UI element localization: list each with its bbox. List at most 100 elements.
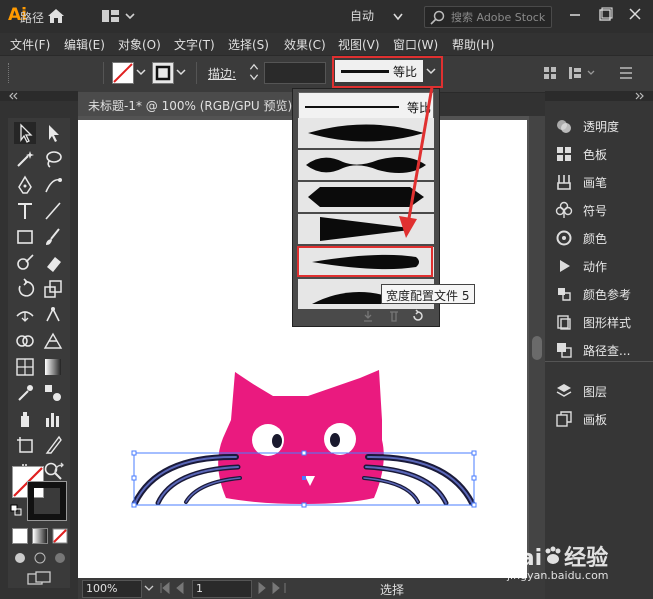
menu-select[interactable]: 选择(S) [228, 36, 269, 53]
paintbrush-tool-icon[interactable] [42, 226, 64, 248]
column-graph-tool-icon[interactable] [42, 408, 64, 430]
stroke-swatch[interactable] [152, 62, 174, 84]
shaper-tool-icon[interactable] [14, 252, 36, 274]
workspace-dropdown[interactable]: 自动 [350, 7, 410, 25]
panel-grip [8, 63, 12, 83]
tools-panel [8, 118, 70, 588]
none-mode-icon[interactable] [52, 528, 68, 544]
chevron-down-icon [393, 13, 403, 21]
panel-graphic-styles[interactable]: 图形样式 [553, 311, 649, 333]
draw-normal-icon[interactable] [12, 550, 28, 566]
mesh-tool-icon[interactable] [14, 356, 36, 378]
panel-swatches[interactable]: 色板 [553, 143, 649, 165]
lasso-tool-icon[interactable] [42, 148, 64, 170]
prev-artboard-icons[interactable] [158, 581, 190, 595]
perspective-grid-tool-icon[interactable] [42, 330, 64, 352]
home-icon[interactable] [46, 6, 66, 26]
artboard-tool-icon[interactable] [14, 434, 36, 456]
panel-color[interactable]: 颜色 [553, 227, 649, 249]
stroke-box-icon [155, 65, 171, 81]
default-colors-icon[interactable] [10, 504, 22, 516]
graphic-styles-icon [557, 315, 571, 330]
line-tool-icon[interactable] [42, 200, 64, 222]
profile-5-highlight [297, 246, 433, 277]
divider [196, 62, 197, 84]
panel-symbols[interactable]: 符号 [553, 199, 649, 221]
rotate-tool-icon[interactable] [14, 278, 36, 300]
panel-color-guide[interactable]: 颜色参考 [553, 283, 649, 305]
chevron-down-icon[interactable] [134, 62, 148, 82]
slice-tool-icon[interactable] [42, 434, 64, 456]
menu-window[interactable]: 窗口(W) [393, 36, 438, 53]
draw-inside-icon[interactable] [52, 550, 68, 566]
panel-actions[interactable]: 动作 [553, 255, 649, 277]
menu-effect[interactable]: 效果(C) [284, 36, 326, 53]
direct-selection-tool-icon[interactable] [42, 122, 64, 144]
screen-mode-icon[interactable] [26, 570, 52, 588]
panel-label: 颜色 [583, 232, 608, 246]
transform-icon[interactable] [566, 64, 600, 82]
vertical-scrollbar[interactable] [529, 116, 545, 578]
panel-layers[interactable]: 图层 [553, 380, 649, 402]
scale-tool-icon[interactable] [42, 278, 64, 300]
panel-menu-icon[interactable] [616, 64, 636, 82]
document-tab-title: 未标题-1* @ 100% (RGB/GPU 预览) [88, 99, 293, 113]
stroke-weight-input[interactable] [264, 62, 326, 84]
annotation-arrow [399, 86, 434, 238]
rectangle-tool-icon[interactable] [14, 226, 36, 248]
panel-label: 色板 [583, 148, 608, 162]
stock-search-input[interactable]: 搜索 Adobe Stock [424, 6, 552, 28]
scroll-thumb[interactable] [532, 336, 542, 360]
type-tool-icon[interactable] [14, 200, 36, 222]
menu-edit[interactable]: 编辑(E) [64, 36, 105, 53]
panel-collapse-bar[interactable] [0, 91, 78, 101]
chevron-down-icon[interactable] [142, 580, 156, 596]
puppet-warp-tool-icon[interactable] [42, 304, 64, 326]
symbol-sprayer-tool-icon[interactable] [14, 408, 36, 430]
arrange-documents-icon[interactable] [100, 6, 140, 26]
curvature-tool-icon[interactable] [42, 174, 64, 196]
pen-tool-icon[interactable] [14, 174, 36, 196]
panel-transparency[interactable]: 透明度 [553, 115, 649, 137]
shape-builder-tool-icon[interactable] [14, 330, 36, 352]
chevron-down-icon[interactable] [174, 62, 188, 82]
artboard-number-field[interactable]: 1 [192, 580, 252, 598]
stroke-color-box[interactable] [27, 481, 67, 521]
magic-wand-tool-icon[interactable] [14, 148, 36, 170]
menu-type[interactable]: 文字(T) [174, 36, 215, 53]
panel-artboards[interactable]: 画板 [553, 408, 649, 430]
menu-object[interactable]: 对象(O) [118, 36, 161, 53]
dropdown-footer-icons [364, 309, 423, 322]
menu-view[interactable]: 视图(V) [338, 36, 380, 53]
menu-help[interactable]: 帮助(H) [452, 36, 494, 53]
minimize-icon[interactable] [562, 4, 588, 26]
restore-icon[interactable] [592, 4, 618, 26]
close-icon[interactable] [622, 4, 648, 26]
next-artboard-icons[interactable] [254, 581, 290, 595]
panel-label: 动作 [583, 260, 608, 274]
fill-swatch[interactable] [112, 62, 134, 84]
panel-brushes[interactable]: 画笔 [553, 171, 649, 193]
zoom-field[interactable]: 100% [82, 580, 142, 598]
menu-file[interactable]: 文件(F) [10, 36, 50, 53]
eyedropper-tool-icon[interactable] [14, 382, 36, 404]
transparency-icon [557, 120, 571, 133]
document-tab[interactable]: 未标题-1* @ 100% (RGB/GPU 预览) [78, 92, 295, 116]
panel-collapse-bar[interactable] [545, 91, 653, 101]
width-tool-icon[interactable] [14, 304, 36, 326]
cat-head[interactable] [218, 340, 384, 504]
color-mode-button[interactable] [12, 528, 28, 544]
gradient-tool-icon[interactable] [42, 356, 64, 378]
stroke-weight-stepper-icon[interactable] [246, 62, 262, 82]
gradient-mode-button[interactable] [32, 528, 48, 544]
draw-behind-icon[interactable] [32, 550, 48, 566]
color-icon [556, 230, 572, 246]
watermark-brand-rest: 经验 [564, 546, 609, 571]
selection-tool-icon[interactable] [14, 122, 36, 144]
align-icon[interactable] [540, 64, 560, 82]
eraser-tool-icon[interactable] [42, 252, 64, 274]
swap-fill-stroke-icon[interactable] [52, 462, 66, 476]
panel-pathfinder[interactable]: 路径查... [553, 339, 649, 361]
blend-tool-icon[interactable] [42, 382, 64, 404]
stroke-label[interactable]: 描边: [208, 65, 236, 82]
